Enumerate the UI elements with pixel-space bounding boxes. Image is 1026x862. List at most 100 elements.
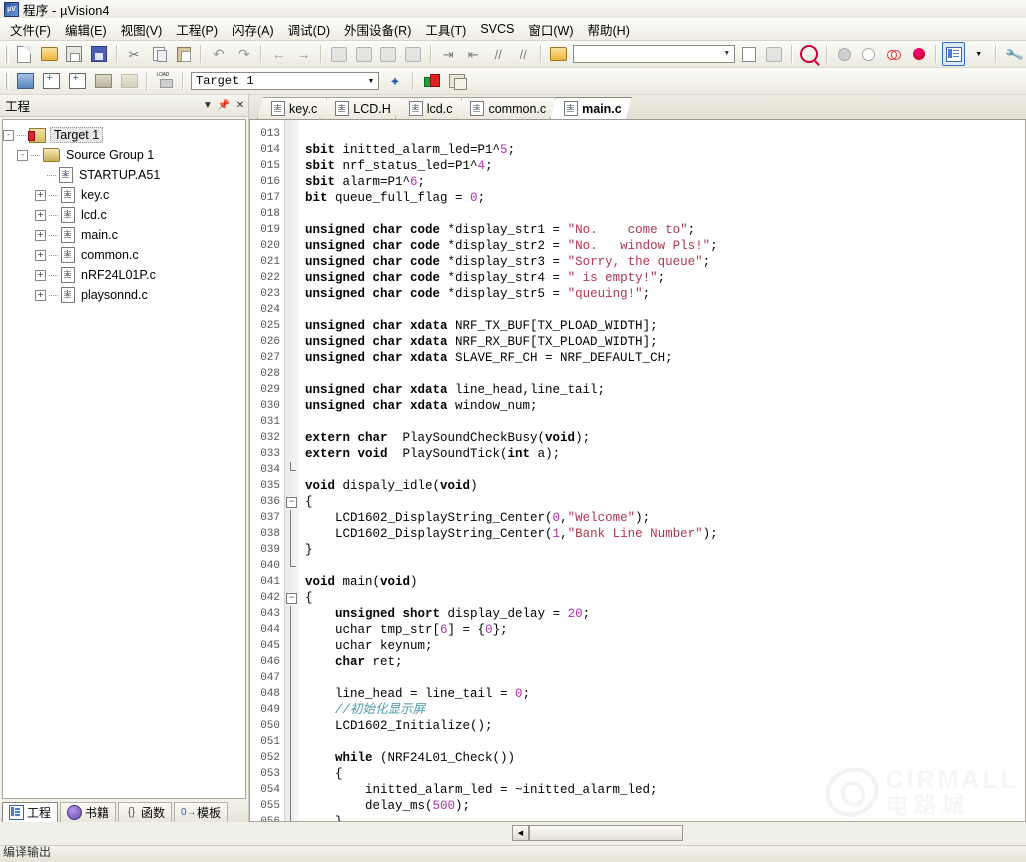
menu-flash[interactable]: 闪存(A) (225, 17, 281, 42)
copy-button[interactable] (148, 42, 171, 66)
chevron-down-icon[interactable]: ▼ (364, 78, 378, 85)
tree-node[interactable]: STARTUP.A51 (3, 165, 245, 185)
target-options-button[interactable]: ✦ (383, 69, 407, 93)
navigate-back-button[interactable]: ← (267, 42, 290, 66)
code-line[interactable] (305, 462, 1025, 478)
open-project-button[interactable] (547, 42, 570, 66)
panel-menu-dropdown-icon[interactable]: ▼ (200, 98, 216, 114)
tree-node[interactable]: - Source Group 1 (3, 145, 245, 165)
find-combo[interactable]: ▼ (572, 45, 735, 63)
load-button[interactable] (153, 69, 177, 93)
code-line[interactable]: } (305, 542, 1025, 558)
code-line[interactable] (305, 414, 1025, 430)
tab-books[interactable]: 书籍 (60, 802, 117, 822)
menu-edit[interactable]: 编辑(E) (58, 17, 114, 42)
translate-button[interactable] (117, 69, 141, 93)
code-line[interactable]: while (NRF24L01_Check()) (305, 750, 1025, 766)
menu-file[interactable]: 文件(F) (3, 17, 58, 42)
editor-tab-key-c[interactable]: key.c (257, 97, 327, 119)
paste-button[interactable] (172, 42, 195, 66)
code-line[interactable]: void main(void) (305, 574, 1025, 590)
tree-node[interactable]: + key.c (3, 185, 245, 205)
code-line[interactable]: uchar keynum; (305, 638, 1025, 654)
code-folding-bar[interactable]: − − (284, 120, 299, 821)
hscroll-left-button[interactable]: ◀ (512, 824, 529, 841)
code-line[interactable]: initted_alarm_led = ~initted_alarm_led; (305, 782, 1025, 798)
code-line[interactable]: unsigned char code *display_str3 = "Sorr… (305, 254, 1025, 270)
code-line[interactable] (305, 302, 1025, 318)
tree-node[interactable]: + lcd.c (3, 205, 245, 225)
code-line[interactable]: { (305, 590, 1025, 606)
fold-marker[interactable]: − (285, 494, 299, 510)
code-line[interactable]: //初始化显示屏 (305, 702, 1025, 718)
tree-expander[interactable]: + (35, 229, 46, 241)
batch-build-button[interactable] (91, 69, 115, 93)
tree-expander[interactable]: - (3, 129, 14, 141)
close-icon[interactable]: ✕ (232, 98, 248, 114)
tree-expander[interactable]: - (17, 149, 28, 161)
new-file-button[interactable] (13, 42, 36, 66)
save-button[interactable] (63, 42, 86, 66)
code-line[interactable] (305, 206, 1025, 222)
fold-marker[interactable]: − (285, 590, 299, 606)
tree-node[interactable]: + playsonnd.c (3, 285, 245, 305)
code-line[interactable]: unsigned char code *display_str5 = "queu… (305, 286, 1025, 302)
find-button[interactable] (763, 42, 786, 66)
code-line[interactable]: uchar tmp_str[6] = {0}; (305, 622, 1025, 638)
code-line[interactable]: LCD1602_DisplayString_Center(1,"Bank Lin… (305, 526, 1025, 542)
toggle-bookmark-button[interactable] (327, 42, 350, 66)
code-line[interactable]: unsigned char code *display_str2 = "No. … (305, 238, 1025, 254)
code-line[interactable]: delay_ms(500); (305, 798, 1025, 814)
code-line[interactable]: { (305, 766, 1025, 782)
find-in-files-button[interactable] (738, 42, 761, 66)
toolbar-grip[interactable] (5, 72, 9, 90)
menu-debug[interactable]: 调试(D) (281, 17, 337, 42)
kill-breakpoints-button[interactable] (907, 42, 930, 66)
code-line[interactable]: unsigned char xdata NRF_RX_BUF[TX_PLOAD_… (305, 334, 1025, 350)
build-button[interactable] (13, 69, 37, 93)
uncomment-button[interactable]: // (512, 42, 535, 66)
tab-templates[interactable]: 0→ 模板 (174, 802, 229, 822)
code-scroll-area[interactable]: 013 014 015 016 017 018 019 020 021 022 023 024 025 0… (250, 120, 1025, 821)
build-all-button[interactable] (65, 69, 89, 93)
code-line[interactable]: void dispaly_idle(void) (305, 478, 1025, 494)
fold-collapse-icon[interactable]: − (286, 593, 297, 604)
code-line[interactable]: unsigned char xdata NRF_TX_BUF[TX_PLOAD_… (305, 318, 1025, 334)
toolbar-grip[interactable] (5, 45, 9, 63)
undo-button[interactable]: ↶ (207, 42, 230, 66)
target-selector[interactable]: Target 1 ▼ (191, 72, 379, 90)
code-line[interactable]: sbit initted_alarm_led=P1^5; (305, 142, 1025, 158)
rebuild-button[interactable] (39, 69, 63, 93)
code-line[interactable] (305, 126, 1025, 142)
menu-tools[interactable]: 工具(T) (418, 17, 473, 42)
code-line[interactable]: bit queue_full_flag = 0; (305, 190, 1025, 206)
code-line[interactable]: unsigned short display_delay = 20; (305, 606, 1025, 622)
code-line[interactable] (305, 558, 1025, 574)
editor-tab-lcd-c[interactable]: lcd.c (395, 97, 463, 119)
window-cascade-button[interactable] (445, 69, 469, 93)
menu-project[interactable]: 工程(P) (169, 17, 225, 42)
code-line[interactable]: unsigned char code *display_str4 = " is … (305, 270, 1025, 286)
navigate-forward-button[interactable]: → (292, 42, 315, 66)
menu-peripherals[interactable]: 外围设备(R) (337, 17, 418, 42)
manage-components-button[interactable] (419, 69, 443, 93)
project-tree[interactable]: - Target 1 - Source Group 1 STARTUP.A51 + key.… (2, 119, 246, 799)
tree-expander[interactable]: + (35, 189, 46, 201)
save-all-button[interactable] (88, 42, 111, 66)
hscroll-thumb[interactable] (529, 824, 683, 841)
chevron-down-icon[interactable]: ▼ (720, 50, 734, 58)
code-line[interactable]: unsigned char xdata line_head,line_tail; (305, 382, 1025, 398)
tree-expander[interactable]: + (35, 209, 46, 221)
disable-breakpoints-button[interactable] (882, 42, 905, 66)
indent-button[interactable]: ⇥ (437, 42, 460, 66)
configure-button[interactable]: 🔧 (1002, 42, 1025, 66)
code-line[interactable]: extern void PlaySoundTick(int a); (305, 446, 1025, 462)
code-line[interactable] (305, 366, 1025, 382)
code-text[interactable]: sbit initted_alarm_led=P1^5; sbit nrf_sta… (299, 120, 1025, 821)
editor-tab-common-c[interactable]: common.c (456, 97, 556, 119)
tree-expander[interactable]: + (35, 289, 46, 301)
cut-button[interactable]: ✂ (123, 42, 146, 66)
code-line[interactable]: LCD1602_DisplayString_Center(0,"Welcome"… (305, 510, 1025, 526)
code-line[interactable]: { (305, 494, 1025, 510)
prev-bookmark-button[interactable] (377, 42, 400, 66)
